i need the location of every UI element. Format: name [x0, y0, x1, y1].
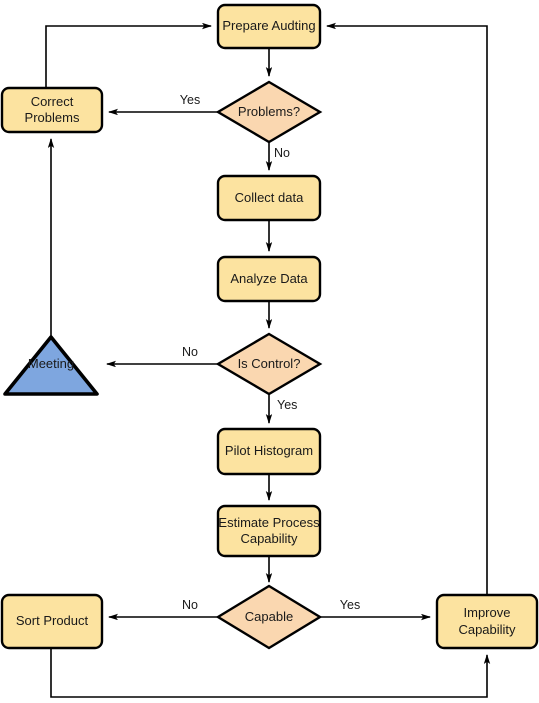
node-shape-capable[interactable] [215, 584, 323, 650]
node-shape-is-control[interactable] [215, 332, 323, 396]
node-shape-meeting[interactable] [3, 335, 99, 396]
node-shape-analyze-data[interactable] [216, 255, 322, 303]
edge-sort-product-to-improve-capability [50, 648, 491, 698]
edge-label-is-control-no: No [182, 345, 198, 359]
flowchart-svg: Correct Problems --> Collect data --> Me… [0, 3, 539, 698]
node-shape-sort-product[interactable] [0, 593, 104, 650]
node-shape-prepare-auditing[interactable] [216, 3, 322, 50]
edge-label-capable-yes: Yes [339, 598, 361, 612]
node-shape-pilot-histogram[interactable] [216, 427, 322, 476]
node-shape-correct-problems[interactable] [0, 86, 104, 134]
edge-improve-capability-to-prepare [326, 22, 488, 595]
edge-label-is-control-yes: Yes [277, 398, 298, 412]
node-shape-estimate-process-capability[interactable] [216, 504, 322, 558]
edge-correct-problems-to-prepare [45, 22, 212, 88]
node-shape-collect-data[interactable] [216, 174, 322, 222]
edge-label-capable-no: No [182, 598, 198, 612]
edge-label-problems-no: No [274, 146, 290, 160]
flowchart-canvas: Correct Problems --> Collect data --> Me… [0, 0, 539, 703]
edge-label-problems-yes: Yes [179, 93, 201, 107]
node-shape-improve-capability[interactable] [435, 593, 539, 650]
node-shape-problems[interactable] [215, 80, 323, 144]
